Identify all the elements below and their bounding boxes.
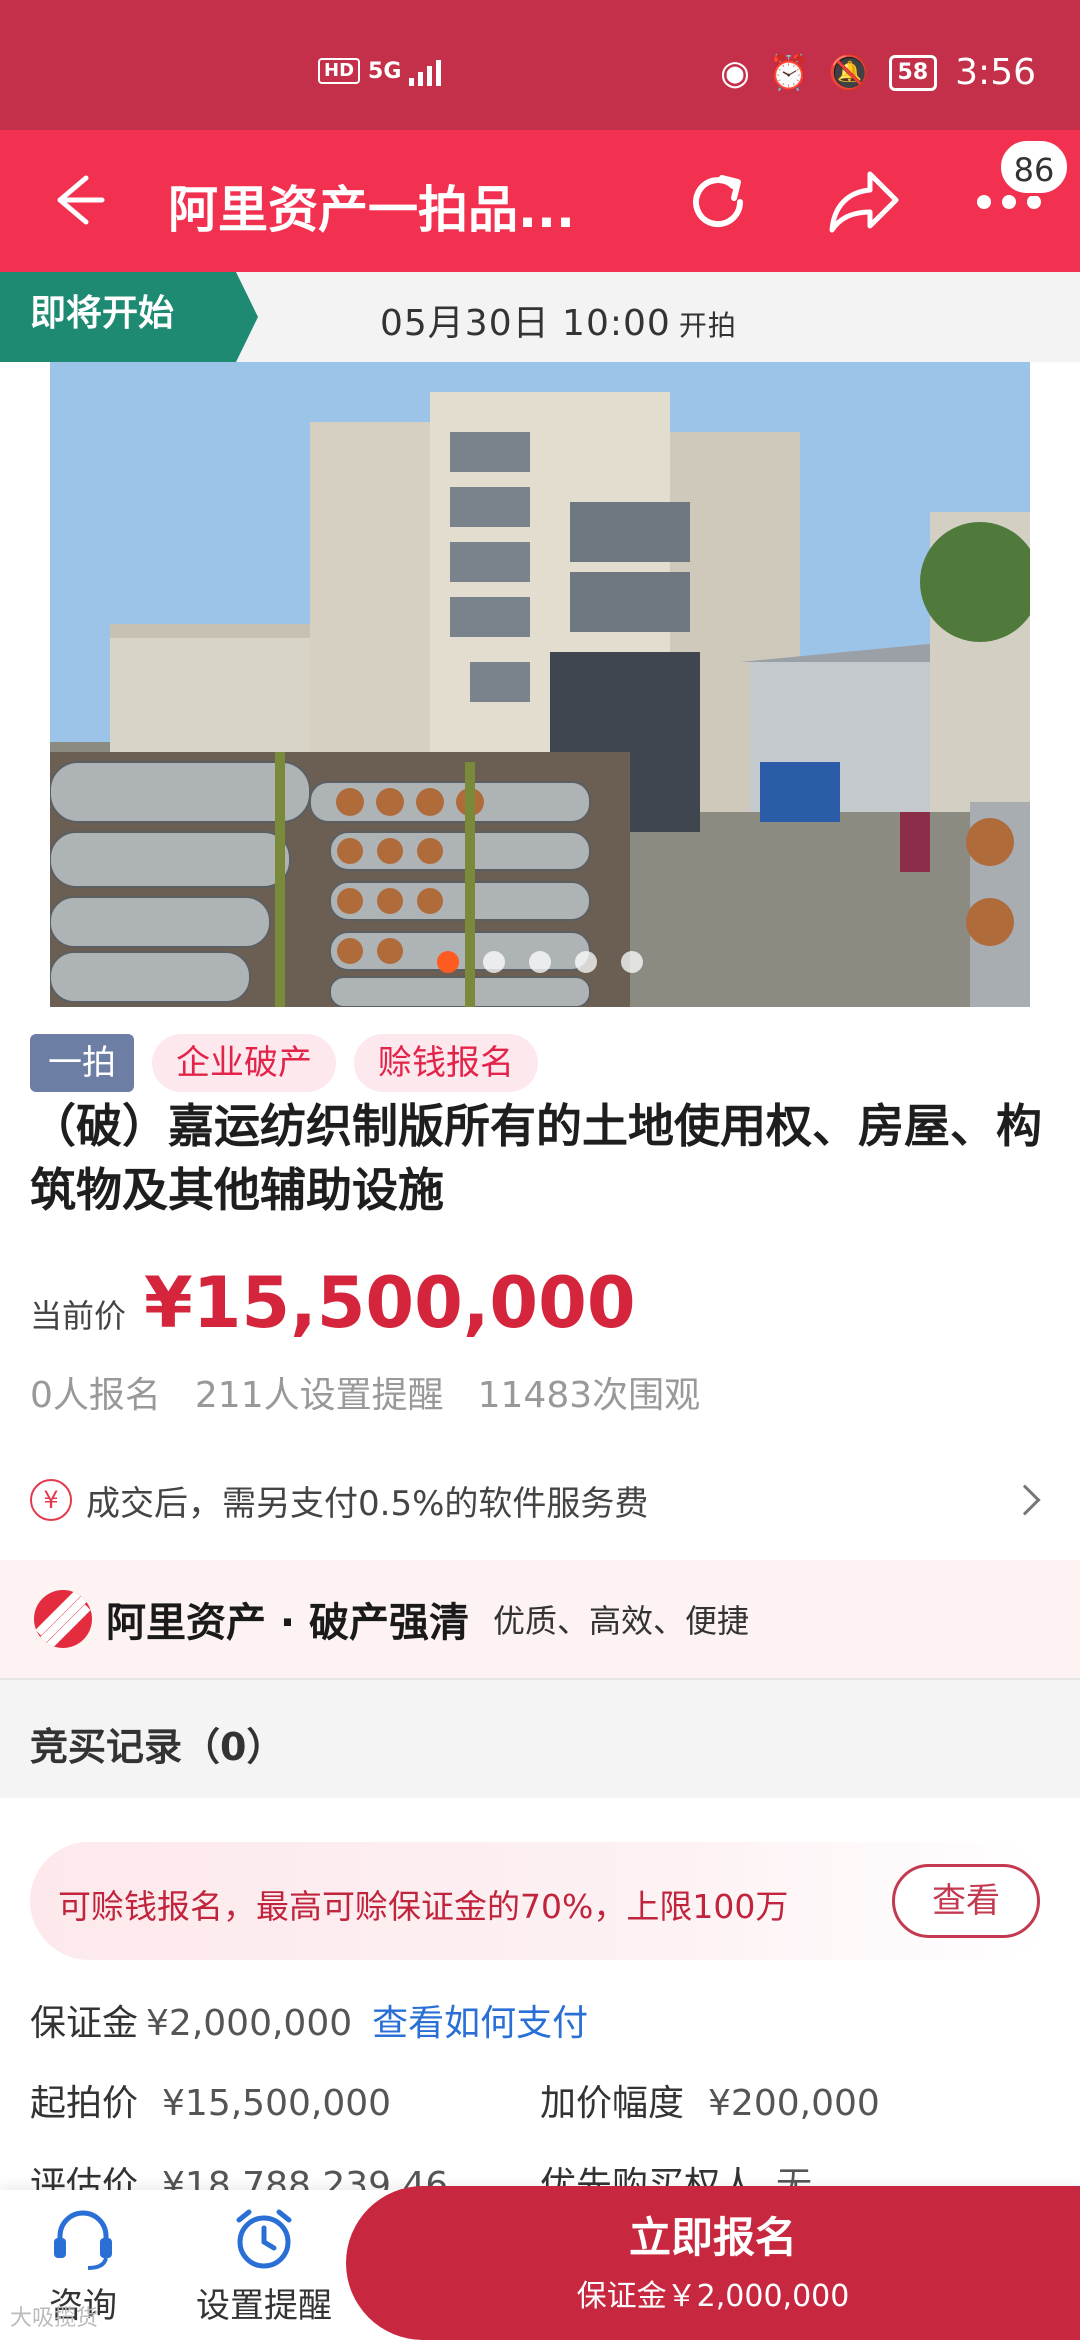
eye-icon: ◉: [720, 52, 750, 93]
item-title: （破）嘉运纺织制版所有的土地使用权、房屋、构筑物及其他辅助设施: [30, 1099, 1042, 1217]
status-bar: HD 5G ◉ ⏰ 🔕 58 3:56: [0, 0, 1080, 130]
stat-registrations: 0人报名: [30, 1375, 161, 1416]
start-price-label: 起拍价: [30, 2083, 139, 2124]
price-label: 当前价: [30, 1297, 127, 1335]
tag-bankruptcy: 企业破产: [152, 1034, 336, 1092]
item-photo-gallery[interactable]: [50, 362, 1030, 1007]
view-button[interactable]: 查看: [892, 1864, 1040, 1938]
property-photo: [50, 362, 1030, 1007]
gallery-pagination: [50, 951, 1030, 973]
register-now-button[interactable]: 立即报名 保证金￥2,000,000: [346, 2186, 1080, 2340]
promo-brand: 阿里资产 · 破产强清: [106, 1600, 470, 1646]
price-value: ¥15,500,000: [144, 1262, 636, 1344]
register-deposit-label: 保证金￥2,000,000: [576, 2279, 850, 2314]
bid-records-title: 竞买记录（0）: [30, 1725, 285, 1769]
network-indicator: HD 5G: [318, 56, 442, 86]
how-to-pay-link[interactable]: 查看如何支付: [372, 2003, 588, 2044]
credit-register-text: 可赊钱报名，最高可赊保证金的70%，上限100万: [58, 1887, 789, 1926]
watermark: 大吸揽货: [10, 2306, 99, 2331]
clock: 3:56: [955, 52, 1036, 93]
increment-label: 加价幅度: [540, 2083, 685, 2124]
deposit-row: 保证金 ¥2,000,000 查看如何支付: [30, 1994, 588, 2046]
signal-type: 5G: [368, 58, 402, 84]
item-tags: 一拍 企业破产 赊钱报名: [30, 1034, 538, 1092]
auction-status-strip: 即将开始 05月30日 10:00 开拍: [0, 272, 1080, 362]
nav-bar: 阿里资产一拍品...: [0, 130, 1080, 272]
item-stats: 0人报名 211人设置提醒 11483次围观: [30, 1366, 700, 1418]
start-time: 05月30日 10:00 开拍: [380, 294, 737, 346]
register-now-label: 立即报名: [628, 2213, 797, 2262]
tag-credit-register: 赊钱报名: [354, 1034, 538, 1092]
start-price-row: 起拍价 ¥15,500,000: [30, 2074, 391, 2126]
pagination-dot[interactable]: [575, 951, 597, 973]
tag-round: 一拍: [30, 1034, 134, 1092]
mute-icon: 🔕: [828, 52, 871, 93]
ali-assets-logo-icon: [34, 1590, 92, 1648]
promo-banner[interactable]: 阿里资产 · 破产强清 优质、高效、便捷: [0, 1560, 1080, 1678]
message-count-badge[interactable]: 86: [998, 138, 1070, 196]
increment-row: 加价幅度 ¥200,000: [540, 2074, 880, 2126]
stat-views: 11483次围观: [477, 1375, 701, 1416]
service-fee-notice[interactable]: ¥ 成交后，需另支付0.5%的软件服务费: [30, 1472, 1050, 1528]
pagination-dot[interactable]: [483, 951, 505, 973]
set-reminder-label: 设置提醒: [196, 2286, 332, 2326]
battery-icon: 58: [888, 54, 938, 91]
set-reminder-button[interactable]: 设置提醒: [196, 2208, 332, 2327]
current-price: 当前价 ¥15,500,000: [30, 1262, 636, 1344]
refresh-icon[interactable]: [682, 166, 754, 238]
status-tag: 即将开始: [0, 272, 258, 362]
credit-register-banner: 可赊钱报名，最高可赊保证金的70%，上限100万 查看: [30, 1842, 1050, 1960]
start-price-value: ¥15,500,000: [162, 2083, 392, 2124]
chevron-right-icon: [1009, 1484, 1041, 1516]
yuan-icon: ¥: [30, 1479, 72, 1521]
page-title: 阿里资产一拍品...: [168, 181, 575, 239]
fee-text: 成交后，需另支付0.5%的软件服务费: [86, 1483, 649, 1524]
alarm-clock-icon: [236, 2209, 292, 2269]
alarm-icon: ⏰: [767, 52, 811, 93]
hd-badge: HD: [318, 58, 361, 84]
start-time-value: 05月30日 10:00: [380, 303, 671, 344]
headset-icon: [54, 2210, 112, 2270]
pagination-dot[interactable]: [621, 951, 643, 973]
deposit-value: ¥2,000,000: [146, 2003, 353, 2044]
increment-value: ¥200,000: [708, 2083, 880, 2124]
stat-reminders: 211人设置提醒: [194, 1375, 444, 1416]
bid-records-section[interactable]: 竞买记录（0）: [0, 1678, 1080, 1798]
start-time-suffix: 开拍: [678, 309, 737, 342]
share-icon[interactable]: [826, 166, 902, 238]
deposit-label: 保证金: [30, 2003, 139, 2044]
pagination-dot[interactable]: [437, 951, 459, 973]
promo-slogan: 优质、高效、便捷: [493, 1602, 750, 1640]
signal-icon: [409, 56, 442, 86]
back-arrow-icon[interactable]: [52, 170, 112, 230]
pagination-dot[interactable]: [529, 951, 551, 973]
